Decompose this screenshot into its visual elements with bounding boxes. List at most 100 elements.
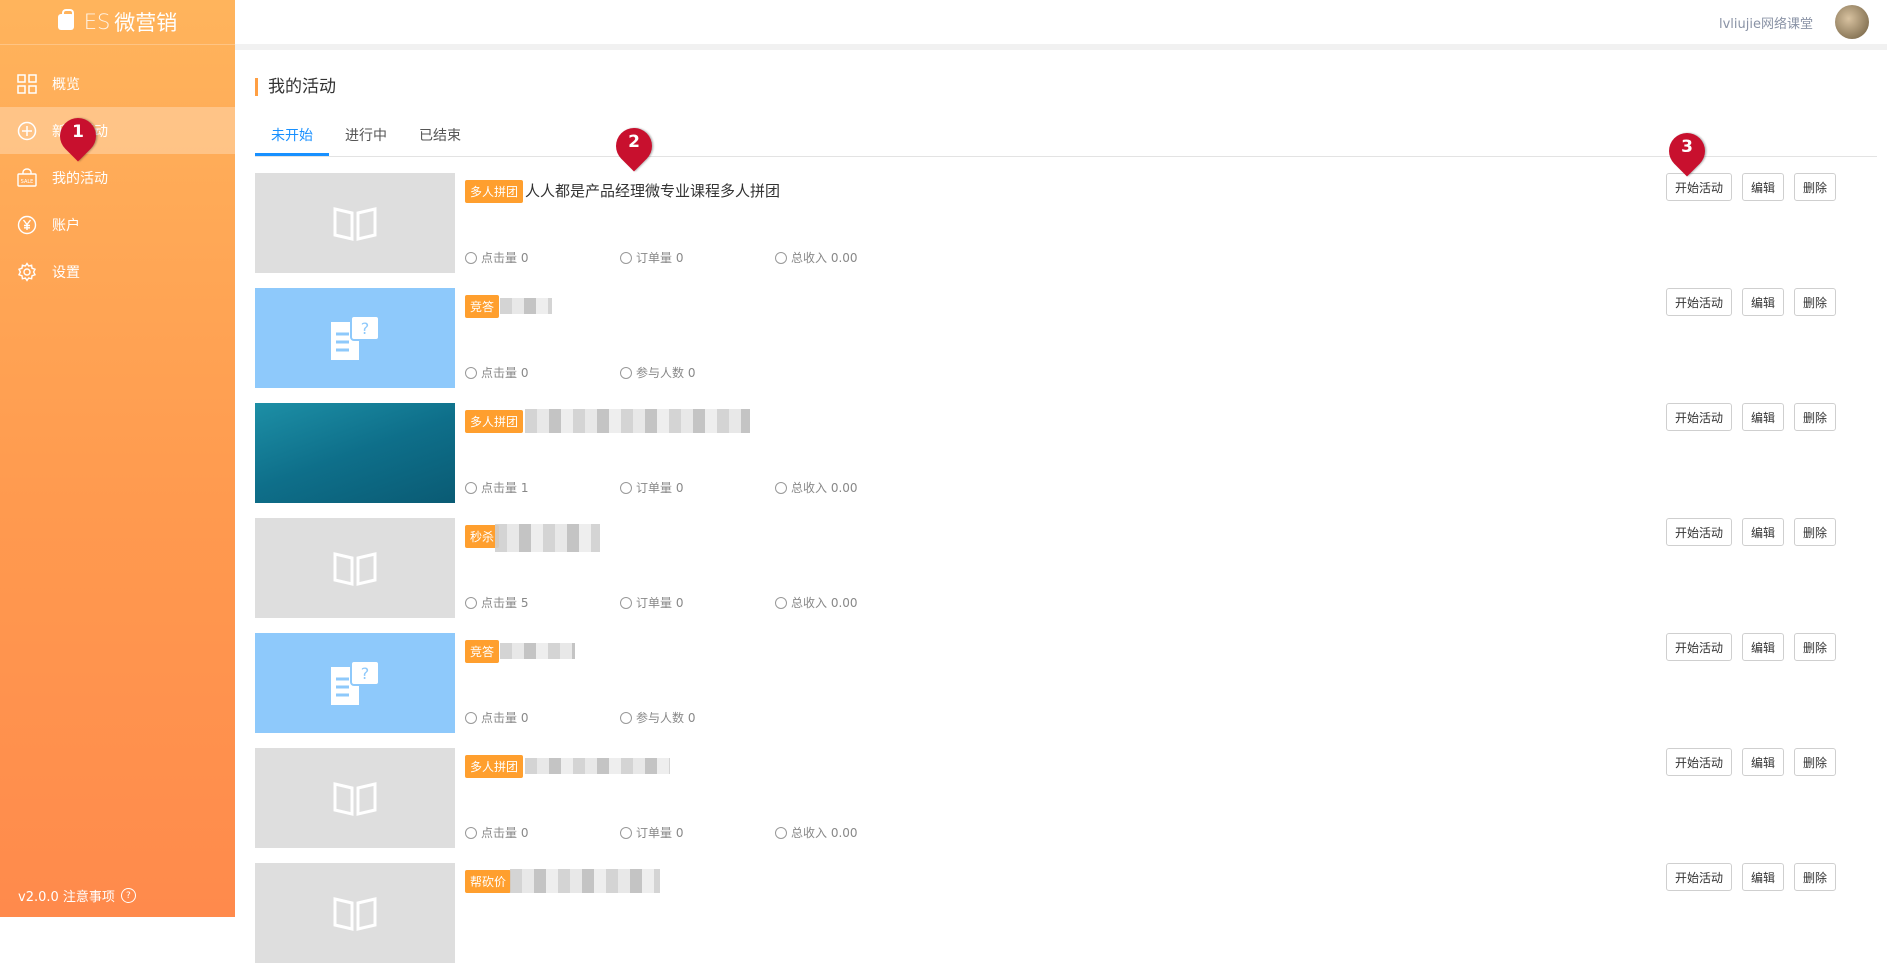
- activity-thumbnail[interactable]: ?: [255, 633, 455, 733]
- order-count: 订单量 0: [620, 824, 683, 841]
- version-label: v2.0.0 注意事项: [18, 890, 115, 905]
- lock-icon: [775, 826, 787, 839]
- activity-thumbnail[interactable]: [255, 863, 455, 963]
- sidebar-item-new-activity[interactable]: 新建活动: [0, 107, 235, 154]
- start-activity-button[interactable]: 开始活动: [1665, 748, 1732, 776]
- quiz-document-icon: ?: [331, 660, 380, 705]
- blurred-title: [500, 298, 552, 314]
- participant-count-text: 参与人数 0: [636, 366, 696, 380]
- delete-button[interactable]: 删除: [1793, 748, 1836, 776]
- version-notes-link[interactable]: v2.0.0 注意事项 ?: [18, 886, 136, 905]
- activity-thumbnail[interactable]: [255, 403, 455, 503]
- book-icon: [333, 552, 377, 586]
- delete-button[interactable]: 删除: [1793, 633, 1836, 661]
- status-tabs: 未开始 进行中 已结束: [255, 118, 1877, 157]
- total-income: 总收入 0.00: [775, 479, 858, 496]
- order-count: 订单量 0: [620, 479, 683, 496]
- yen-icon: [16, 214, 38, 236]
- page-title: 我的活动: [255, 78, 1877, 96]
- grid-icon: [16, 73, 38, 95]
- sidebar-item-account[interactable]: 账户: [0, 201, 235, 248]
- delete-button[interactable]: 删除: [1793, 518, 1836, 546]
- svg-text:?: ?: [361, 664, 370, 683]
- edit-button[interactable]: 编辑: [1741, 863, 1784, 891]
- activity-row: ? 竞答 点击量 0 参与人数 0 开始活动 编辑 删除: [255, 633, 1877, 733]
- brand-prefix: ES: [83, 10, 111, 34]
- start-activity-button[interactable]: 开始活动: [1665, 863, 1732, 891]
- activity-thumbnail[interactable]: ?: [255, 288, 455, 388]
- help-icon[interactable]: ?: [120, 888, 136, 903]
- username[interactable]: lvliujie网络课堂: [1719, 13, 1813, 32]
- start-activity-button[interactable]: 开始活动: [1665, 518, 1732, 546]
- marker-number: 2: [628, 132, 640, 152]
- edit-button[interactable]: 编辑: [1741, 518, 1784, 546]
- activity-type-tag: 多人拼团: [465, 410, 524, 433]
- cart-icon: [620, 596, 632, 609]
- delete-button[interactable]: 删除: [1793, 863, 1836, 891]
- lock-icon: [775, 481, 787, 494]
- delete-button[interactable]: 删除: [1793, 173, 1836, 201]
- tab-in-progress[interactable]: 进行中: [329, 118, 403, 156]
- row-actions: 开始活动 编辑 删除: [1665, 288, 1836, 316]
- avatar[interactable]: [1835, 5, 1869, 39]
- book-icon: [333, 782, 377, 816]
- click-count: 点击量 1: [465, 479, 528, 496]
- activity-row: 秒杀 点击量 5 订单量 0 总收入 0.00 开始活动 编辑 删除: [255, 518, 1877, 618]
- tab-ended[interactable]: 已结束: [403, 118, 477, 156]
- activity-row: 多人拼团 点击量 0 订单量 0 总收入 0.00 开始活动 编辑 删除: [255, 748, 1877, 848]
- callout-marker-2: 2: [608, 120, 660, 174]
- row-actions: 开始活动 编辑 删除: [1665, 863, 1836, 891]
- callout-marker-3: 3: [1661, 125, 1713, 179]
- sidebar-item-settings[interactable]: 设置: [0, 248, 235, 295]
- edit-button[interactable]: 编辑: [1741, 748, 1784, 776]
- edit-button[interactable]: 编辑: [1741, 173, 1784, 201]
- participant-count: 参与人数 0: [620, 709, 695, 726]
- tab-not-started[interactable]: 未开始: [255, 118, 329, 156]
- click-count: 点击量 0: [465, 709, 528, 726]
- activity-type-tag: 竞答: [465, 295, 500, 318]
- total-income: 总收入 0.00: [775, 594, 858, 611]
- edit-button[interactable]: 编辑: [1741, 633, 1784, 661]
- click-count-text: 点击量 0: [481, 711, 529, 725]
- callout-marker-1: 1: [52, 110, 104, 164]
- total-income: 总收入 0.00: [775, 824, 858, 841]
- sidebar-item-label: 概览: [52, 76, 80, 93]
- sidebar-item-my-activities[interactable]: SALE 我的活动: [0, 154, 235, 201]
- sidebar-item-label: 账户: [52, 217, 80, 234]
- activity-thumbnail[interactable]: [255, 518, 455, 618]
- click-count: 点击量 5: [465, 594, 528, 611]
- sidebar-item-overview[interactable]: 概览: [0, 60, 235, 107]
- delete-button[interactable]: 删除: [1793, 288, 1836, 316]
- delete-button[interactable]: 删除: [1793, 403, 1836, 431]
- svg-text:SALE: SALE: [21, 179, 34, 185]
- activity-thumbnail[interactable]: [255, 173, 455, 273]
- users-icon: [620, 366, 632, 379]
- click-icon: [465, 826, 477, 839]
- order-count-text: 订单量 0: [636, 596, 684, 610]
- click-count: 点击量 0: [465, 249, 528, 266]
- row-actions: 开始活动 编辑 删除: [1665, 403, 1836, 431]
- brand-logo[interactable]: ES 微营销: [0, 0, 235, 45]
- order-count-text: 订单量 0: [636, 481, 684, 495]
- svg-text:?: ?: [361, 319, 370, 338]
- click-count: 点击量 0: [465, 364, 528, 381]
- main-content: 我的活动 未开始 进行中 已结束 多人拼团 人人都是产品经理微专业课程多人拼团 …: [255, 58, 1877, 963]
- start-activity-button[interactable]: 开始活动: [1665, 633, 1732, 661]
- activity-title[interactable]: 人人都是产品经理微专业课程多人拼团: [525, 180, 780, 201]
- edit-button[interactable]: 编辑: [1741, 288, 1784, 316]
- activity-thumbnail[interactable]: [255, 748, 455, 848]
- click-icon: [465, 366, 477, 379]
- users-icon: [620, 711, 632, 724]
- edit-button[interactable]: 编辑: [1741, 403, 1784, 431]
- participant-count-text: 参与人数 0: [636, 711, 696, 725]
- cart-icon: [620, 481, 632, 494]
- blurred-title: [525, 409, 750, 433]
- shopping-bag-icon: [57, 9, 74, 30]
- gear-icon: [16, 261, 38, 283]
- activity-type-tag: 多人拼团: [465, 180, 524, 203]
- income-text: 总收入 0.00: [791, 596, 858, 610]
- order-count-text: 订单量 0: [636, 251, 684, 265]
- start-activity-button[interactable]: 开始活动: [1665, 403, 1732, 431]
- marker-number: 3: [1681, 137, 1693, 157]
- start-activity-button[interactable]: 开始活动: [1665, 288, 1732, 316]
